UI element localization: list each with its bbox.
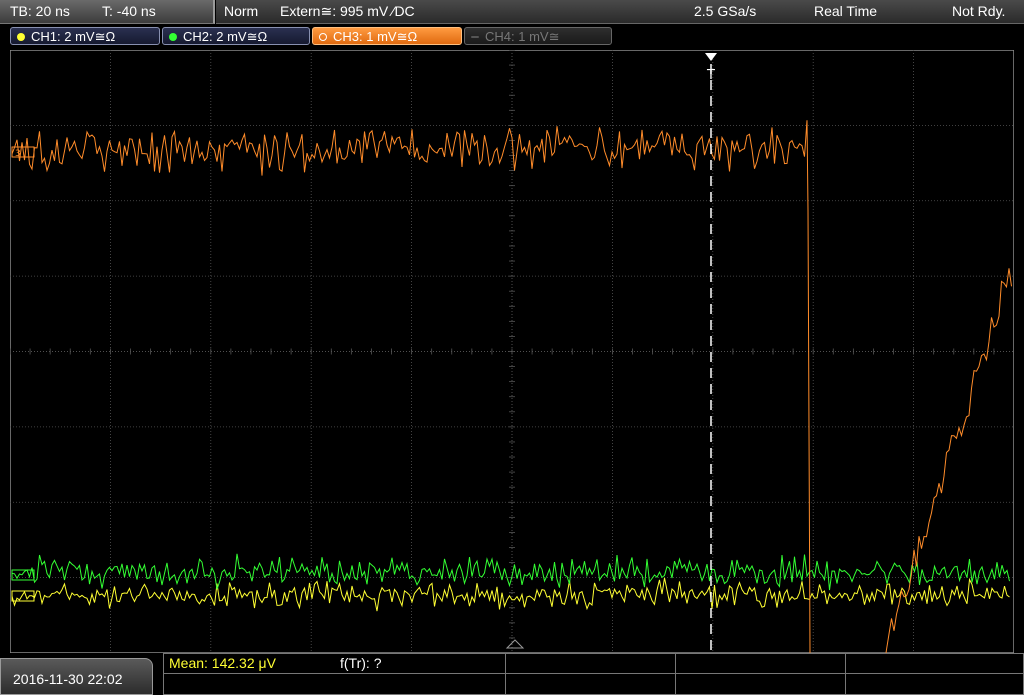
waveform-canvas: T 3: [10, 50, 1014, 653]
channel-4-tab[interactable]: CH4: 1 mV≅: [464, 27, 612, 45]
measurement-panel[interactable]: Mean: 142.32 μV f(Tr): ?: [163, 653, 1024, 695]
measurement-cell-6[interactable]: [505, 673, 676, 695]
frequency-measurement: f(Tr): ?: [340, 655, 382, 671]
trigger-time-label: T: -40 ns: [102, 3, 156, 19]
channel-2-label: CH2: 2 mV≅Ω: [183, 29, 268, 44]
measurement-cell-5[interactable]: [163, 673, 506, 695]
acquisition-mode: Real Time: [814, 3, 878, 19]
run-state: Not Rdy.: [952, 3, 1006, 19]
measurement-cell-3[interactable]: [675, 653, 846, 674]
measurement-cell-7[interactable]: [675, 673, 846, 695]
measurement-cell-2[interactable]: [505, 653, 676, 674]
channel-2-dot-icon: [169, 33, 177, 41]
channel-1-label: CH1: 2 mV≅Ω: [31, 29, 116, 44]
status-bar: TB: 20 ns T: -40 ns Norm Extern≅: 995 mV…: [0, 0, 1024, 24]
datetime-box[interactable]: 2016-11-30 22:02: [0, 658, 153, 695]
channel-1-dot-icon: [17, 33, 25, 41]
timebase-label: TB: 20 ns: [10, 3, 70, 19]
svg-text:3: 3: [15, 149, 21, 159]
measurement-cell-4[interactable]: [845, 653, 1024, 674]
mean-measurement: Mean: 142.32 μV: [169, 655, 276, 671]
channel-3-tab[interactable]: CH3: 1 mV≅Ω: [312, 27, 462, 45]
channel-tabs: CH1: 2 mV≅Ω CH2: 2 mV≅Ω CH3: 1 mV≅Ω CH4:…: [0, 24, 1024, 48]
channel-1-tab[interactable]: CH1: 2 mV≅Ω: [10, 27, 160, 45]
measurement-cell-8[interactable]: [845, 673, 1024, 695]
timebase-box[interactable]: TB: 20 ns T: -40 ns: [0, 0, 215, 24]
channel-2-tab[interactable]: CH2: 2 mV≅Ω: [162, 27, 310, 45]
channel-4-label: CH4: 1 mV≅: [485, 29, 560, 44]
sample-rate: 2.5 GSa/s: [694, 3, 757, 19]
channel-3-label: CH3: 1 mV≅Ω: [333, 29, 418, 44]
acquisition-status[interactable]: Norm Extern≅: 995 mV ⁄DC 2.5 GSa/s Real …: [216, 0, 1024, 24]
waveform-display[interactable]: T 3: [10, 50, 1014, 653]
channel-4-off-icon: [471, 36, 479, 38]
trigger-mode: Norm: [224, 3, 259, 19]
bottom-bar: 2016-11-30 22:02 Mean: 142.32 μV f(Tr): …: [0, 653, 1024, 695]
trigger-position-label: T: [706, 68, 715, 83]
trigger-source: Extern≅: 995 mV ⁄DC: [280, 3, 415, 19]
channel-3-dot-icon: [319, 33, 327, 41]
datetime-label: 2016-11-30 22:02: [13, 671, 123, 687]
